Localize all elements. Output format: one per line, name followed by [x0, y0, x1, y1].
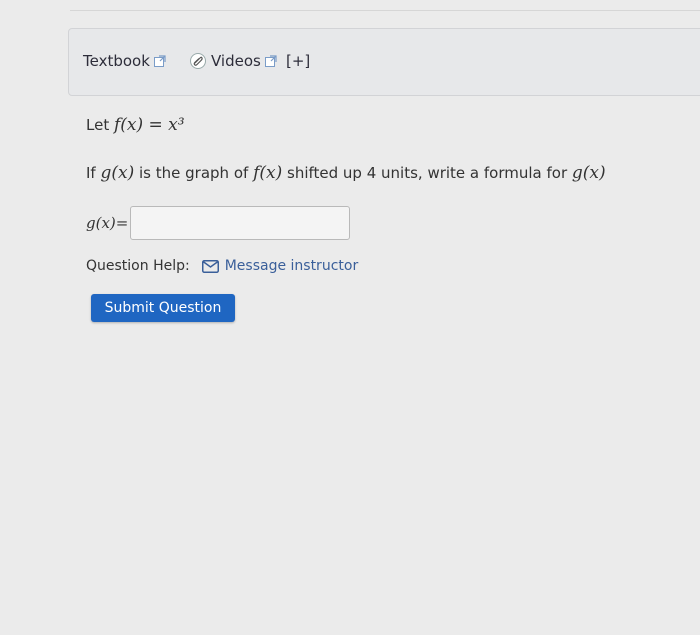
question-prompt: If g(x) is the graph of f(x) shifted up …	[86, 163, 606, 183]
external-link-icon	[153, 55, 166, 67]
answer-row: g(x)=	[86, 206, 351, 240]
videos-link[interactable]: Videos	[189, 52, 277, 70]
top-divider	[70, 10, 700, 11]
question-help: Question Help: Message instructor	[86, 258, 358, 274]
function-formula: f(x) = x³	[113, 115, 185, 135]
resource-bar: Textbook Videos [+]	[68, 28, 700, 96]
external-link-icon	[264, 55, 277, 67]
more-resources-toggle[interactable]: [+]	[286, 52, 310, 70]
textbook-link[interactable]: Textbook	[83, 52, 166, 70]
paperclip-icon	[190, 53, 206, 69]
message-instructor-link[interactable]: Message instructor	[225, 258, 359, 274]
textbook-label: Textbook	[83, 52, 150, 70]
answer-input[interactable]	[130, 206, 351, 240]
submit-question-button[interactable]: Submit Question	[91, 294, 235, 322]
answer-label: g(x)=	[86, 214, 129, 232]
help-label: Question Help:	[86, 258, 190, 274]
videos-label: Videos	[211, 52, 261, 70]
mail-icon	[201, 259, 219, 273]
function-definition: Let f(x) = x³	[86, 115, 185, 135]
